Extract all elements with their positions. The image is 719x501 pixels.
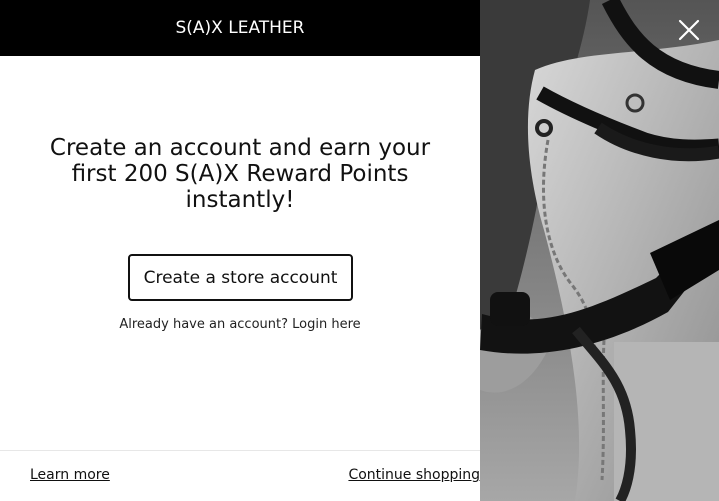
login-link[interactable]: Already have an account? Login here (0, 317, 480, 332)
signup-modal-panel: S(A)X LEATHER Create an account and earn… (0, 0, 480, 501)
headline: Create an account and earn your first 20… (49, 135, 431, 213)
footer-divider (0, 450, 480, 451)
create-account-button[interactable]: Create a store account (128, 254, 353, 301)
promo-photo (480, 0, 719, 501)
close-icon[interactable] (673, 14, 705, 46)
modal-header: S(A)X LEATHER (0, 0, 480, 56)
photo-illustration (480, 0, 719, 501)
continue-shopping-link[interactable]: Continue shopping (30, 467, 480, 483)
close-icon-glyph (678, 19, 700, 41)
brand-name: S(A)X LEATHER (175, 18, 305, 38)
